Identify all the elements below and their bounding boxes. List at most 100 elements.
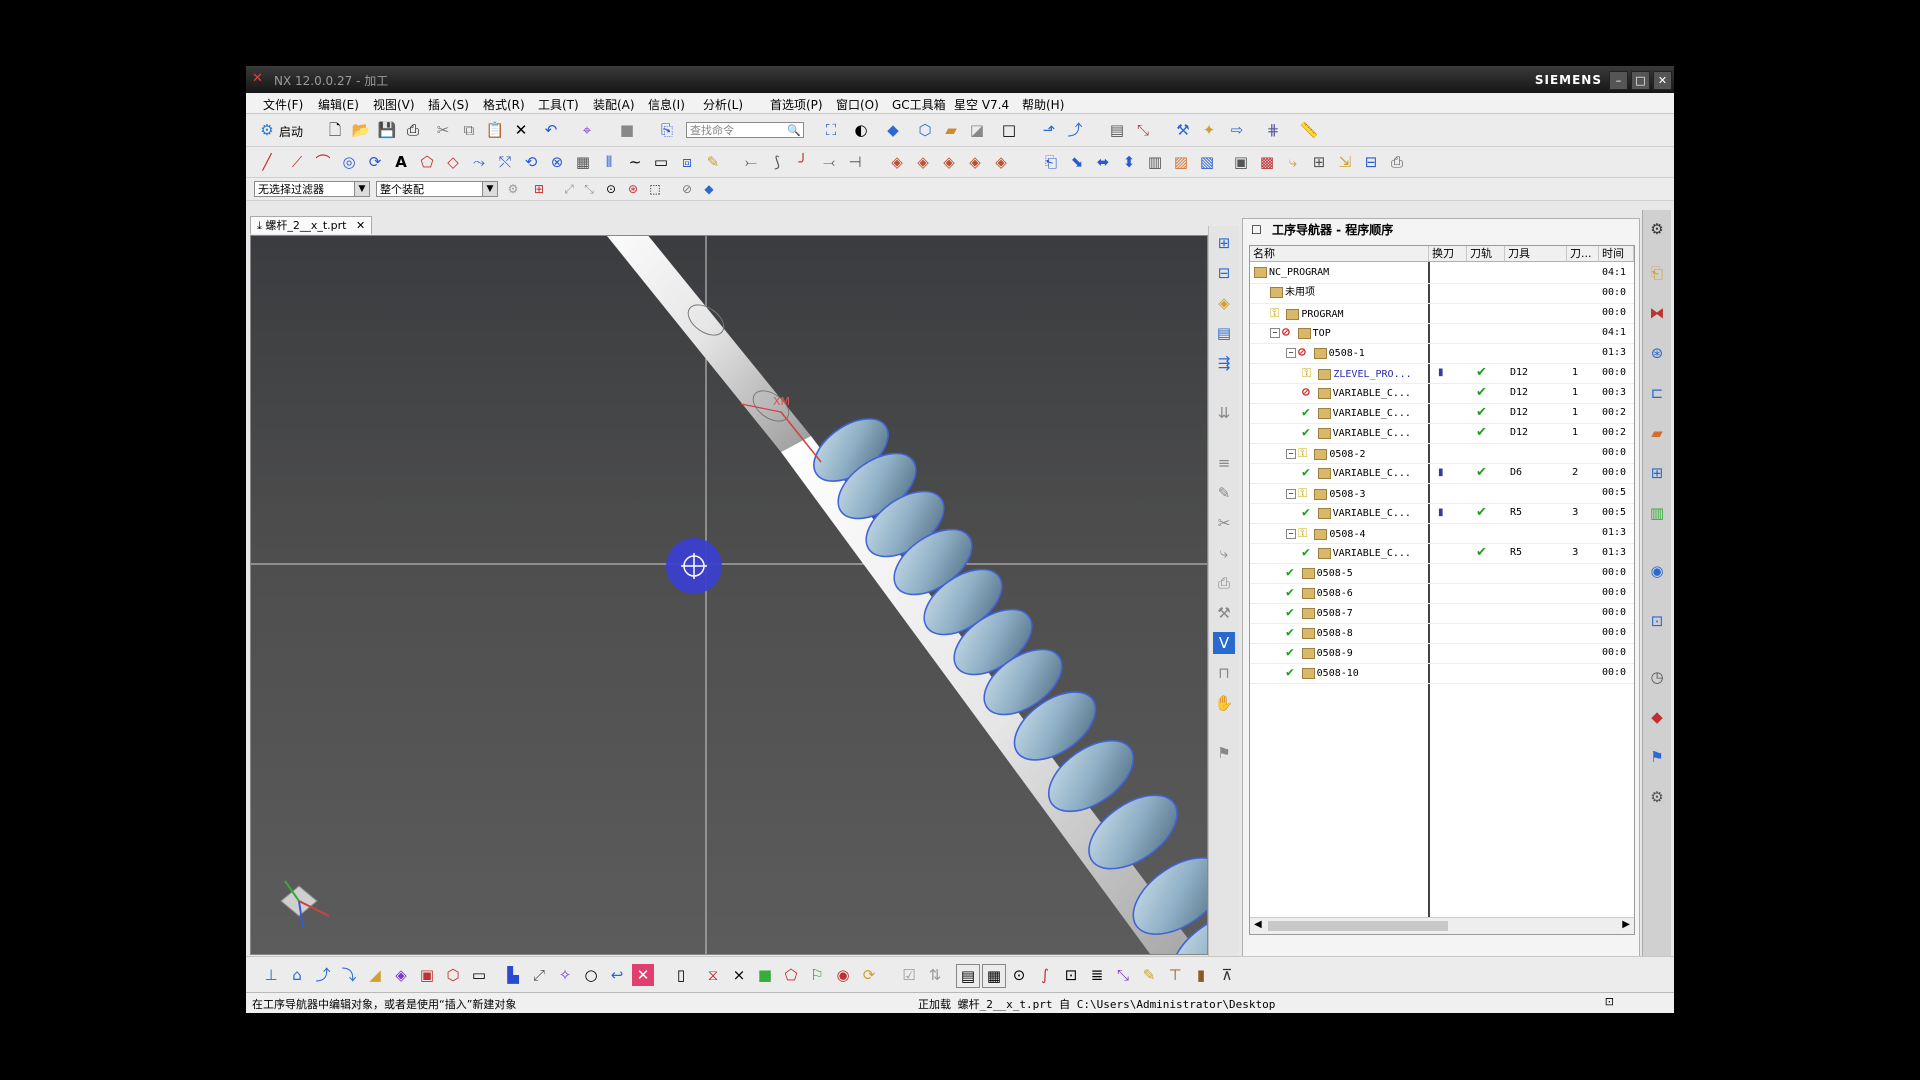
nav-method-icon[interactable]: ▤ xyxy=(1213,322,1235,344)
line-icon[interactable]: ╱ xyxy=(256,151,278,173)
resource-palette-icon[interactable]: ◆ xyxy=(1646,706,1668,728)
holder-icon[interactable]: ⊼ xyxy=(1216,964,1238,986)
extend-icon[interactable]: ⊣ xyxy=(844,151,866,173)
close-button[interactable]: ✕ xyxy=(1653,71,1672,90)
nav-post-icon[interactable]: ⎙ xyxy=(1213,572,1235,594)
tool-axis-icon[interactable]: ⧖ xyxy=(702,964,724,986)
info-panel-icon[interactable]: ⊡ xyxy=(1060,964,1082,986)
create-tool-icon[interactable]: ⌂ xyxy=(286,964,308,986)
undo-icon[interactable]: ↶ xyxy=(540,119,562,141)
pink-tool-icon[interactable]: ⬠ xyxy=(780,964,802,986)
menu-edit[interactable]: 编辑(E) xyxy=(318,96,359,113)
operation-name-cell[interactable]: ✔ VARIABLE_C... xyxy=(1302,503,1428,523)
hook-icon[interactable]: ↩ xyxy=(606,964,628,986)
operation-row[interactable]: − ⊘ TOP 04:1 xyxy=(1250,323,1634,344)
cube-view-icon[interactable]: ◆ xyxy=(882,119,904,141)
verify-path-icon[interactable]: ▣ xyxy=(416,964,438,986)
arc-icon[interactable]: ⌒ xyxy=(312,151,334,173)
copy-icon[interactable]: ⧉ xyxy=(458,119,480,141)
operation-name-cell[interactable]: 未用项 xyxy=(1270,283,1428,303)
resource-chart-icon[interactable]: ▥ xyxy=(1646,502,1668,524)
curve-wave-icon[interactable]: ∼ xyxy=(624,151,646,173)
snap-icon[interactable]: ⬏ xyxy=(1038,119,1060,141)
geometry-icon[interactable]: ⬌ xyxy=(1092,151,1114,173)
nav-clamp-icon[interactable]: ⊓ xyxy=(1213,662,1235,684)
print-icon[interactable]: ⎙ xyxy=(402,119,424,141)
scroll-left-icon[interactable]: ◀ xyxy=(1254,919,1262,930)
output-cls-icon[interactable]: ⤢ xyxy=(528,964,550,986)
chart-icon[interactable]: ▤ xyxy=(956,964,980,988)
menu-analysis[interactable]: 分析(L) xyxy=(703,96,743,113)
operation-name-cell[interactable]: − ⚿ 0508-3 xyxy=(1286,483,1428,503)
operation-name-cell[interactable]: ⊘ VARIABLE_C... xyxy=(1302,383,1428,403)
operation-row[interactable]: − ⚿ 0508-4 01:3 xyxy=(1250,523,1634,544)
resource-role-icon[interactable]: ⚑ xyxy=(1646,746,1668,768)
render-style-icon[interactable]: ◐ xyxy=(850,119,872,141)
operation-row[interactable]: ✔ 0508-9 00:0 xyxy=(1250,643,1634,664)
operation-name-cell[interactable]: ⚿ PROGRAM xyxy=(1270,303,1428,323)
isoparam-icon[interactable]: ⫴ xyxy=(598,151,620,173)
nav-machine-icon[interactable]: ⊟ xyxy=(1213,262,1235,284)
select-all-icon[interactable]: ⊞ xyxy=(530,180,548,198)
wireframe-icon[interactable]: ⬡ xyxy=(914,119,936,141)
column-header-tool[interactable]: 刀具 xyxy=(1505,246,1567,262)
column-header-tool-change[interactable]: 换刀 xyxy=(1429,246,1467,262)
nav-replay-icon[interactable]: ⇊ xyxy=(1213,402,1235,424)
operation-name-cell[interactable]: − ⚿ 0508-2 xyxy=(1286,443,1428,463)
nav-list-icon[interactable]: ≡ xyxy=(1213,452,1235,474)
nav-shop-icon[interactable]: ⤷ xyxy=(1213,542,1235,564)
command-search-input[interactable]: 查找命令 🔍 xyxy=(686,122,804,138)
sort-icon[interactable]: ⇅ xyxy=(924,964,946,986)
operation-name-cell[interactable]: ✔ 0508-9 xyxy=(1286,643,1428,663)
bridge-icon[interactable]: ⤲ xyxy=(494,151,516,173)
operation-row[interactable]: ✔ VARIABLE_C... ✔ D12 1 00:2 xyxy=(1250,403,1634,424)
resource-method-icon[interactable]: ⊏ xyxy=(1646,382,1668,404)
menu-tools[interactable]: 工具(T) xyxy=(538,96,579,113)
operation-row[interactable]: ✔ VARIABLE_C... ▮ ✔ R5 3 00:5 xyxy=(1250,503,1634,524)
nav-flag-icon[interactable]: ⚑ xyxy=(1213,742,1235,764)
drag-icon[interactable]: ⤡ xyxy=(1112,964,1134,986)
merge-icon[interactable]: ◉ xyxy=(832,964,854,986)
simulate-icon[interactable]: ⤷ xyxy=(1282,151,1304,173)
pattern-icon[interactable]: ⧈ xyxy=(676,151,698,173)
open-folder-icon[interactable]: 📂 xyxy=(350,119,372,141)
window-frame-icon[interactable]: □ xyxy=(998,119,1020,141)
project-icon[interactable]: ⤳ xyxy=(468,151,490,173)
paste-icon[interactable]: 📋 xyxy=(484,119,506,141)
join-icon[interactable]: ⤙ xyxy=(818,151,840,173)
select-icon[interactable]: ⌖ xyxy=(576,119,598,141)
create-geometry-icon[interactable]: ⤴ xyxy=(312,964,334,986)
trim-icon[interactable]: ⤚ xyxy=(740,151,762,173)
line-2-icon[interactable]: ⟋ xyxy=(286,151,308,173)
tool-icon[interactable]: ⚒ xyxy=(1172,119,1194,141)
snap-point-icon[interactable]: ⤢ xyxy=(560,180,578,198)
section-curve-icon[interactable]: ▦ xyxy=(572,151,594,173)
offset-icon[interactable]: ◇ xyxy=(442,151,464,173)
graphics-viewport[interactable]: XM xyxy=(250,235,1208,955)
collapse-toggle-icon[interactable]: − xyxy=(1286,489,1296,499)
nav-tool-icon[interactable]: ⚒ xyxy=(1213,602,1235,624)
rectangle-icon[interactable]: ▭ xyxy=(650,151,672,173)
operation-row[interactable]: ⊘ VARIABLE_C... ✔ D12 1 00:3 xyxy=(1250,383,1634,404)
extract-icon[interactable]: ⟲ xyxy=(520,151,542,173)
operation-row[interactable]: ✔ VARIABLE_C... ▮ ✔ D6 2 00:0 xyxy=(1250,463,1634,484)
shop-doc-icon[interactable]: ▩ xyxy=(1256,151,1278,173)
nav-generate-icon[interactable]: ⇶ xyxy=(1213,352,1235,374)
grid-snap-icon[interactable]: ⋕ xyxy=(1262,119,1284,141)
nav-edit-icon[interactable]: ✎ xyxy=(1213,482,1235,504)
operation-row[interactable]: − ⚿ 0508-3 00:5 xyxy=(1250,483,1634,504)
start-label[interactable]: 启动 xyxy=(279,123,303,140)
operation-name-cell[interactable]: − ⚿ 0508-4 xyxy=(1286,523,1428,543)
wand-icon[interactable]: ✦ xyxy=(1198,119,1220,141)
create-operation-icon[interactable]: ◢ xyxy=(364,964,386,986)
tab-close-icon[interactable]: ✕ xyxy=(356,219,365,232)
operation-name-cell[interactable]: ✔ VARIABLE_C... xyxy=(1302,543,1428,563)
minimize-button[interactable]: – xyxy=(1609,71,1628,90)
operation-name-cell[interactable]: ✔ 0508-8 xyxy=(1286,623,1428,643)
generate-path-icon[interactable]: ◈ xyxy=(390,964,412,986)
measure-icon[interactable]: ⤡ xyxy=(1132,119,1154,141)
move-icon[interactable]: ⤴ xyxy=(1064,119,1086,141)
target-icon[interactable]: ⊙ xyxy=(1008,964,1030,986)
operation-name-cell[interactable]: ✔ 0508-5 xyxy=(1286,563,1428,583)
column-header-path[interactable]: 刀轨 xyxy=(1467,246,1505,262)
